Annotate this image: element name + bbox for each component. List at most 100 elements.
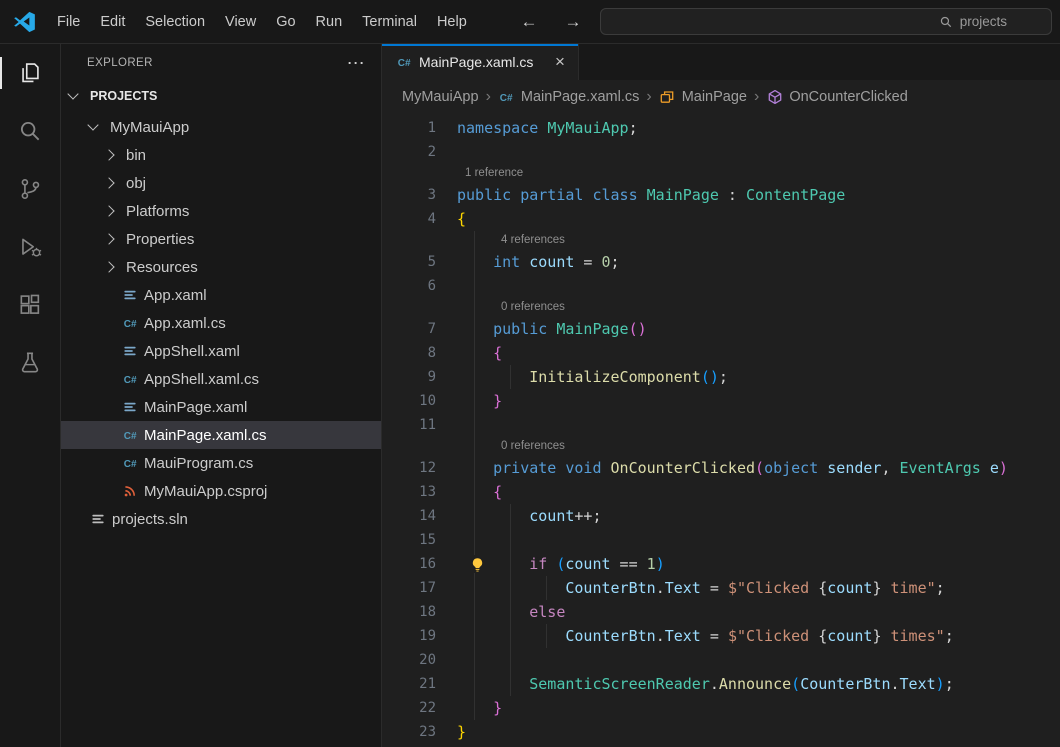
tree-item-appshell-xaml-cs[interactable]: C#AppShell.xaml.cs <box>61 365 381 393</box>
code-text[interactable]: CounterBtn.Text = $"Clicked {count} time… <box>457 576 945 600</box>
menu-view[interactable]: View <box>215 9 266 35</box>
section-projects[interactable]: PROJECTS <box>61 82 381 109</box>
tree-item-mauiprogram-cs[interactable]: C#MauiProgram.cs <box>61 449 381 477</box>
extensions-icon <box>17 292 43 318</box>
menu-terminal[interactable]: Terminal <box>352 9 427 35</box>
codelens-references[interactable]: 4 references <box>382 231 1060 250</box>
csharp-file-icon: C# <box>395 54 412 71</box>
menu-file[interactable]: File <box>47 9 90 35</box>
code-text[interactable]: { <box>457 480 502 504</box>
line-number: 20 <box>382 648 457 672</box>
code-text[interactable]: } <box>457 389 502 413</box>
code-line-12: 0 references12 private void OnCounterCli… <box>382 437 1060 480</box>
activity-bar <box>0 44 61 747</box>
section-label: PROJECTS <box>90 89 157 103</box>
codelens-references[interactable]: 0 references <box>382 437 1060 456</box>
tree-item-app-xaml-cs[interactable]: C#App.xaml.cs <box>61 309 381 337</box>
workbench: EXPLORER ⋯ PROJECTS MyMauiAppbinobjPlatf… <box>0 44 1060 747</box>
sidebar-explorer: EXPLORER ⋯ PROJECTS MyMauiAppbinobjPlatf… <box>61 44 382 747</box>
activity-source-control-button[interactable] <box>0 160 60 218</box>
activity-search-button[interactable] <box>0 102 60 160</box>
line-number: 13 <box>382 480 457 504</box>
line-number: 10 <box>382 389 457 413</box>
breadcrumb-separator: › <box>486 88 491 106</box>
tree-item-mainpage-xaml[interactable]: MainPage.xaml <box>61 393 381 421</box>
xaml-file-icon <box>121 343 138 360</box>
menu-go[interactable]: Go <box>266 9 305 35</box>
code-text[interactable]: public partial class MainPage : ContentP… <box>457 183 845 207</box>
csharp-file-icon: C# <box>121 427 138 444</box>
activity-run-debug-button[interactable] <box>0 218 60 276</box>
explorer-more-actions-button[interactable]: ⋯ <box>347 53 365 74</box>
tree-item-mainpage-xaml-cs[interactable]: C#MainPage.xaml.cs <box>61 421 381 449</box>
line-number: 15 <box>382 528 457 552</box>
menu-help[interactable]: Help <box>427 9 477 35</box>
tab-mainpage-xaml-cs[interactable]: C# MainPage.xaml.cs × <box>382 44 579 80</box>
tree-item-appshell-xaml[interactable]: AppShell.xaml <box>61 337 381 365</box>
code-text[interactable]: { <box>457 207 466 231</box>
csharp-file-icon: C# <box>121 371 138 388</box>
code-text[interactable]: { <box>457 341 502 365</box>
code-line-17: 17 CounterBtn.Text = $"Clicked {count} t… <box>382 576 1060 600</box>
code-text[interactable]: else <box>457 600 565 624</box>
code-line-23: 23} <box>382 720 1060 744</box>
tree-item-properties[interactable]: Properties <box>61 225 381 253</box>
close-tab-button[interactable]: × <box>550 52 570 72</box>
tree-item-mymauiapp-csproj[interactable]: MyMauiApp.csproj <box>61 477 381 505</box>
code-text[interactable]: } <box>457 696 502 720</box>
menu-run[interactable]: Run <box>306 9 353 35</box>
tree-item-mymauiapp[interactable]: MyMauiApp <box>61 113 381 141</box>
code-line-2: 2 <box>382 140 1060 164</box>
code-text[interactable]: public MainPage() <box>457 317 647 341</box>
tree-item-label: MyMauiApp <box>110 119 189 136</box>
title-bar: FileEditSelectionViewGoRunTerminalHelp ←… <box>0 0 1060 44</box>
command-center-search[interactable]: projects <box>600 8 1052 35</box>
svg-text:C#: C# <box>397 58 410 69</box>
breadcrumb-item-oncounterclicked[interactable]: OnCounterClicked <box>766 89 907 106</box>
breadcrumb-item-mymauiapp[interactable]: MyMauiApp <box>402 89 479 105</box>
tree-item-bin[interactable]: bin <box>61 141 381 169</box>
explorer-icon <box>17 60 43 86</box>
csproj-file-icon <box>121 483 138 500</box>
xaml-file-icon <box>121 399 138 416</box>
xaml-file-icon <box>121 287 138 304</box>
breadcrumb-label: OnCounterClicked <box>789 89 907 105</box>
search-icon <box>17 118 43 144</box>
activity-testing-button[interactable] <box>0 334 60 392</box>
codelens-references[interactable]: 1 reference <box>382 164 1060 183</box>
menu-selection[interactable]: Selection <box>135 9 215 35</box>
code-line-7: 0 references7 public MainPage() <box>382 298 1060 341</box>
code-text[interactable]: int count = 0; <box>457 250 620 274</box>
code-line-10: 10 } <box>382 389 1060 413</box>
back-button[interactable]: ← <box>518 12 540 32</box>
tree-item-obj[interactable]: obj <box>61 169 381 197</box>
code-text[interactable]: CounterBtn.Text = $"Clicked {count} time… <box>457 624 954 648</box>
forward-button[interactable]: → <box>562 12 584 32</box>
codelens-references[interactable]: 0 references <box>382 298 1060 317</box>
tree-item-projects-sln[interactable]: projects.sln <box>61 505 381 533</box>
activity-explorer-button[interactable] <box>0 44 60 102</box>
method-icon <box>766 89 783 106</box>
code-text[interactable]: count++; <box>457 504 602 528</box>
code-text[interactable]: InitializeComponent(); <box>457 365 728 389</box>
lightbulb-icon[interactable] <box>468 555 486 573</box>
line-number: 6 <box>382 274 457 298</box>
code-line-21: 21 SemanticScreenReader.Announce(Counter… <box>382 672 1060 696</box>
code-text[interactable]: namespace MyMauiApp; <box>457 116 638 140</box>
code-line-22: 22 } <box>382 696 1060 720</box>
breadcrumb: MyMauiApp›C#MainPage.xaml.cs›MainPage›On… <box>382 80 1060 114</box>
code-line-14: 14 count++; <box>382 504 1060 528</box>
breadcrumb-item-mainpage[interactable]: MainPage <box>659 89 747 106</box>
code-text[interactable]: SemanticScreenReader.Announce(CounterBtn… <box>457 672 954 696</box>
code-text[interactable]: } <box>457 720 466 744</box>
menu-edit[interactable]: Edit <box>90 9 135 35</box>
testing-icon <box>17 350 43 376</box>
activity-extensions-button[interactable] <box>0 276 60 334</box>
code-text[interactable]: if (count == 1) <box>457 552 665 576</box>
tree-item-platforms[interactable]: Platforms <box>61 197 381 225</box>
tree-item-app-xaml[interactable]: App.xaml <box>61 281 381 309</box>
tree-item-resources[interactable]: Resources <box>61 253 381 281</box>
code-text[interactable]: private void OnCounterClicked(object sen… <box>457 456 1008 480</box>
code-line-16: 16 if (count == 1) <box>382 552 1060 576</box>
breadcrumb-item-mainpage-xaml-cs[interactable]: C#MainPage.xaml.cs <box>498 89 639 106</box>
